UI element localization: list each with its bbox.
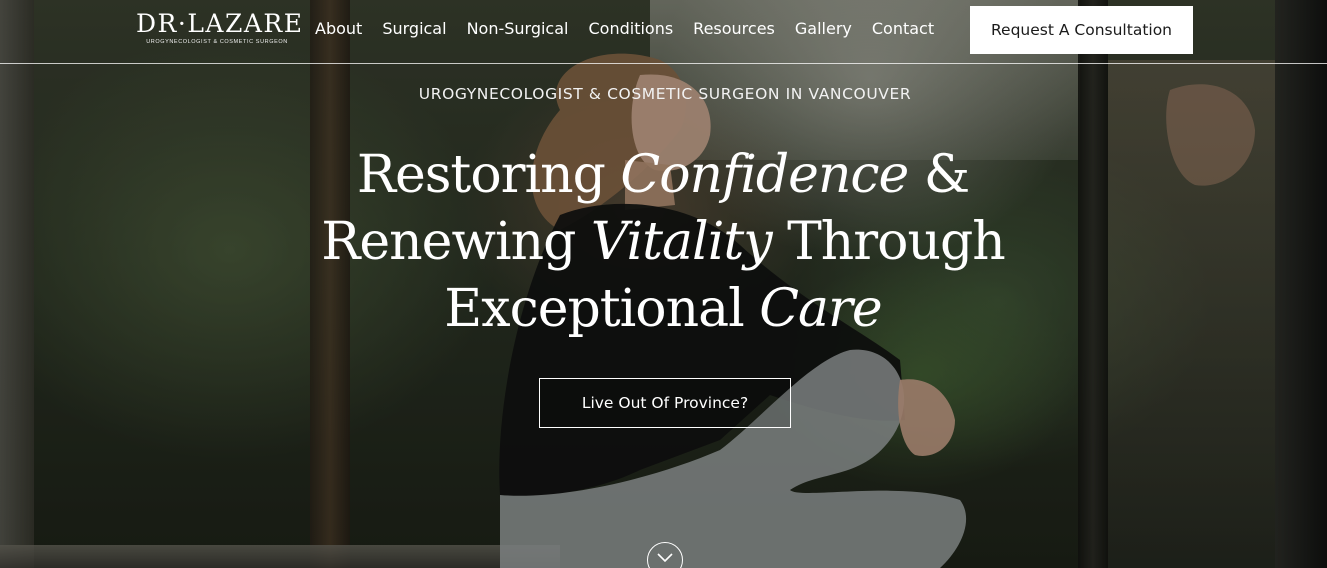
logo-tagline: UROGYNECOLOGIST & COSMETIC SURGEON <box>146 39 288 45</box>
headline-text: Restoring <box>356 145 621 205</box>
nav-item-gallery[interactable]: Gallery <box>795 18 852 40</box>
site-logo[interactable]: DR·LAZARE UROGYNECOLOGIST & COSMETIC SUR… <box>136 9 304 46</box>
site-header: DR·LAZARE UROGYNECOLOGIST & COSMETIC SUR… <box>0 0 1327 64</box>
nav-item-about[interactable]: About <box>315 18 362 40</box>
request-consultation-button[interactable]: Request A Consultation <box>970 6 1193 54</box>
live-out-of-province-button[interactable]: Live Out Of Province? <box>539 378 791 428</box>
hero-eyebrow: UROGYNECOLOGIST & COSMETIC SURGEON IN VA… <box>418 85 912 103</box>
main-nav: About Surgical Non-Surgical Conditions R… <box>305 18 944 40</box>
nav-item-surgical[interactable]: Surgical <box>382 18 446 40</box>
headline-text: & <box>908 145 970 205</box>
hero-headline: Restoring Confidence & Renewing Vitality… <box>263 142 1063 343</box>
nav-item-contact[interactable]: Contact <box>872 18 934 40</box>
headline-emphasis: Confidence <box>620 145 909 205</box>
nav-item-resources[interactable]: Resources <box>693 18 775 40</box>
headline-text: Through <box>771 212 1006 272</box>
chevron-down-icon <box>657 553 673 563</box>
nav-item-non-surgical[interactable]: Non-Surgical <box>467 18 569 40</box>
headline-text: Renewing <box>321 212 591 272</box>
nav-item-conditions[interactable]: Conditions <box>588 18 673 40</box>
headline-emphasis: Care <box>759 279 882 339</box>
headline-emphasis: Vitality <box>590 212 773 272</box>
headline-text: Exceptional <box>444 279 760 339</box>
logo-name: DR·LAZARE <box>136 9 304 38</box>
